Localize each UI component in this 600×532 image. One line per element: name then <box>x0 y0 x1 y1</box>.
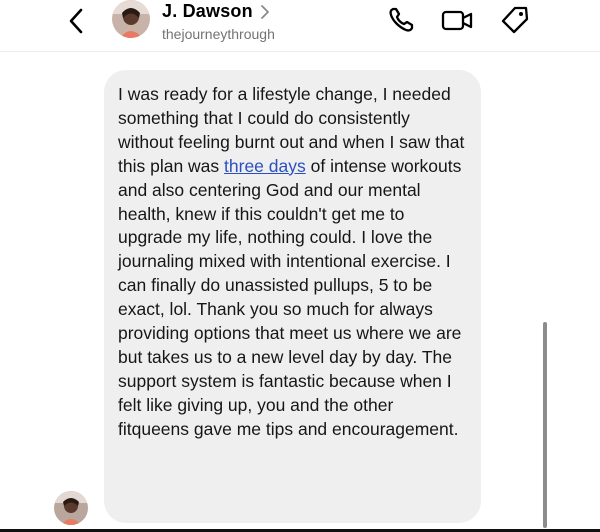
message-link[interactable]: three days <box>224 156 306 176</box>
contact-handle: thejourneythrough <box>162 26 275 42</box>
message-text: I was ready for a lifestyle change, I ne… <box>118 83 469 442</box>
message-bubble[interactable]: I was ready for a lifestyle change, I ne… <box>104 70 481 523</box>
tag-icon[interactable] <box>500 5 530 35</box>
sender-avatar[interactable] <box>54 491 88 525</box>
conversation-header: J. Dawson thejourneythrough <box>0 0 600 52</box>
header-divider <box>0 51 600 52</box>
chevron-right-icon <box>259 4 271 20</box>
phone-icon[interactable] <box>386 5 416 35</box>
avatar[interactable] <box>112 0 150 38</box>
scrollbar[interactable] <box>543 322 547 528</box>
contact-name-link[interactable]: J. Dawson <box>162 1 271 22</box>
video-camera-icon[interactable] <box>440 5 476 35</box>
message-text-end: of intense workouts and also centering G… <box>118 155 462 439</box>
contact-name: J. Dawson <box>162 1 253 21</box>
back-arrow-icon[interactable] <box>62 6 92 36</box>
